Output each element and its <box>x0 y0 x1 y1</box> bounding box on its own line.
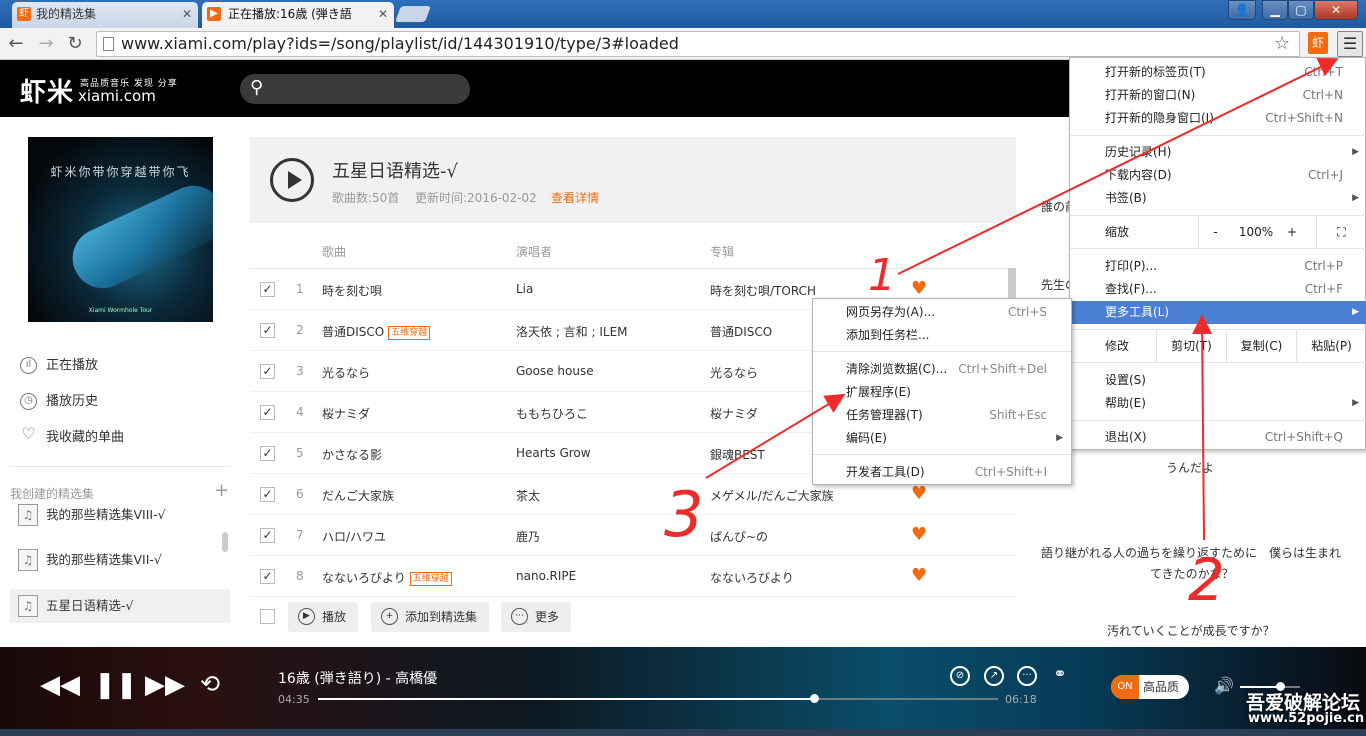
annotation-number-3: 3 <box>664 478 703 551</box>
annotation-number-2: 2 <box>1188 546 1225 614</box>
annotation-arrow-1 <box>897 58 1339 275</box>
annotation-number-1: 1 <box>868 250 896 301</box>
annotation-overlay: 1 2 3 <box>664 58 1339 614</box>
annotation-arrow-3 <box>705 393 846 479</box>
annotation-arrow-2 <box>1192 314 1213 541</box>
